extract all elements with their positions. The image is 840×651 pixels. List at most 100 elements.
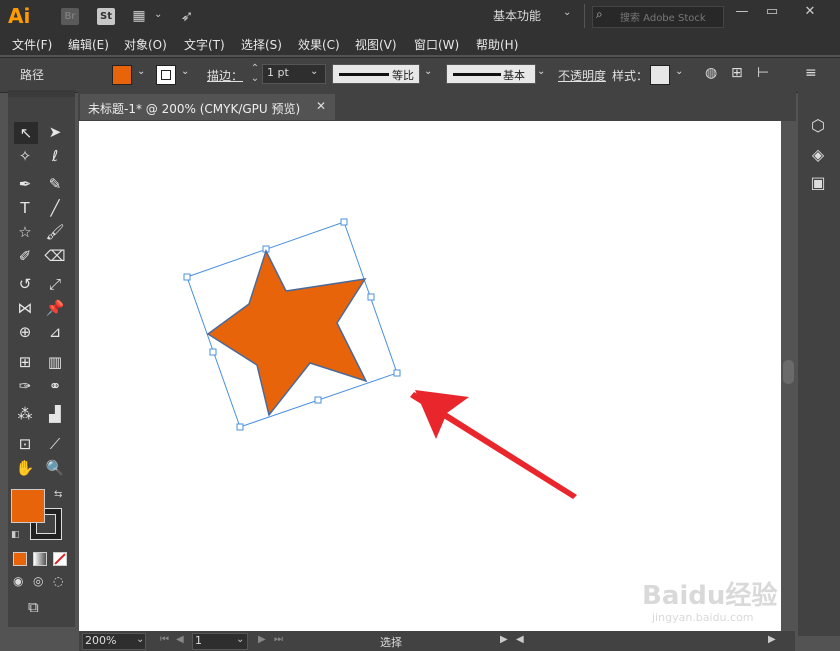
scroll-left-icon[interactable]: ◀: [516, 634, 524, 645]
chevron-down-icon[interactable]: ⌄: [563, 7, 571, 18]
scale-tool-icon[interactable]: ⤢: [44, 274, 66, 294]
column-graph-tool-icon[interactable]: ▟: [44, 404, 66, 424]
menu-edit[interactable]: 编辑(E): [68, 36, 109, 53]
bbox-handle: [209, 348, 217, 356]
chevron-down-icon[interactable]: ⌄: [137, 66, 145, 77]
minimize-button[interactable]: —: [731, 4, 753, 20]
chevron-down-icon[interactable]: ⌄: [537, 66, 545, 77]
gpu-performance-icon[interactable]: ➶: [178, 8, 196, 25]
artboard-canvas[interactable]: [79, 121, 781, 631]
bridge-icon[interactable]: Br: [61, 8, 79, 25]
layers-icon[interactable]: ◈: [808, 145, 828, 165]
menu-window[interactable]: 窗口(W): [414, 36, 459, 53]
recolor-artwork-icon[interactable]: ◍: [705, 65, 717, 81]
symbol-sprayer-tool-icon[interactable]: ⁂: [14, 404, 36, 424]
rotate-tool-icon[interactable]: ↺: [14, 274, 36, 294]
chevron-down-icon[interactable]: ⌄: [236, 634, 244, 645]
slice-tool-icon[interactable]: ⟋: [44, 434, 66, 454]
search-placeholder: 搜索 Adobe Stock: [620, 13, 706, 24]
artwork: [183, 218, 577, 499]
bbox-handle: [236, 423, 244, 431]
selection-tool-icon[interactable]: ↖: [14, 122, 38, 144]
menu-select[interactable]: 选择(S): [241, 36, 282, 53]
menu-object[interactable]: 对象(O): [124, 36, 167, 53]
menu-file[interactable]: 文件(F): [12, 36, 52, 53]
ai-logo: Ai: [8, 4, 31, 28]
stroke-weight-value: 1 pt: [267, 66, 289, 79]
fill-color-box[interactable]: [11, 489, 45, 523]
gradient-tool-icon[interactable]: ▥: [44, 352, 66, 372]
none-mode-icon[interactable]: [53, 552, 67, 566]
chevron-down-icon[interactable]: ⌄: [154, 9, 162, 20]
transform-icon[interactable]: ⊢: [757, 65, 769, 81]
perspective-grid-tool-icon[interactable]: ⊿: [44, 322, 66, 342]
menu-help[interactable]: 帮助(H): [476, 36, 518, 53]
star-tool-icon[interactable]: ☆: [14, 222, 36, 242]
opacity-label[interactable]: 不透明度: [558, 67, 606, 84]
type-tool-icon[interactable]: T: [14, 198, 36, 218]
fill-color-swatch[interactable]: [112, 65, 132, 85]
close-document-button[interactable]: ✕: [316, 99, 326, 113]
zoom-tool-icon[interactable]: 🔍: [44, 458, 66, 478]
menu-type[interactable]: 文字(T): [184, 36, 225, 53]
curvature-tool-icon[interactable]: ✎: [44, 174, 66, 194]
draw-behind-icon[interactable]: ◎: [33, 574, 43, 588]
color-mode-icon[interactable]: [13, 552, 27, 566]
previous-artboard-icon[interactable]: ◀: [176, 634, 184, 645]
shaper-tool-icon[interactable]: ✐: [14, 246, 36, 266]
swap-colors-icon[interactable]: ⇆: [54, 489, 62, 500]
status-bar: [79, 631, 795, 651]
stock-icon[interactable]: St: [97, 8, 115, 25]
shape-builder-tool-icon[interactable]: ⊕: [14, 322, 36, 342]
hand-tool-icon[interactable]: ✋: [14, 458, 36, 478]
divider: [584, 4, 585, 28]
brush-label: 基本: [503, 69, 525, 82]
mesh-tool-icon[interactable]: ⊞: [14, 352, 36, 372]
maximize-button[interactable]: ▭: [761, 4, 783, 20]
direct-selection-tool-icon[interactable]: ➤: [44, 122, 66, 142]
status-menu-icon[interactable]: ▶: [500, 634, 508, 645]
libraries-icon[interactable]: ⬡: [808, 116, 828, 136]
chevron-down-icon[interactable]: ⌄: [310, 66, 318, 77]
line-tool-icon[interactable]: ╱: [44, 198, 66, 218]
draw-inside-icon[interactable]: ◌: [53, 574, 63, 588]
default-colors-icon[interactable]: ◧: [11, 530, 20, 540]
document-title: 未标题-1* @ 200% (CMYK/GPU 预览): [88, 102, 301, 116]
pen-tool-icon[interactable]: ✒: [14, 174, 36, 194]
zoom-level-value: 200%: [85, 634, 117, 647]
puppet-warp-tool-icon[interactable]: 📌: [44, 298, 66, 318]
bbox-handle: [393, 369, 401, 377]
close-window-button[interactable]: ✕: [799, 4, 821, 20]
style-label: 样式：: [612, 69, 649, 83]
panel-menu-icon[interactable]: ≡: [805, 65, 817, 81]
artboard-tool-icon[interactable]: ⊡: [14, 434, 36, 454]
arrange-documents-icon[interactable]: ▦: [130, 8, 148, 25]
paintbrush-tool-icon[interactable]: 🖌: [44, 222, 66, 242]
lasso-tool-icon[interactable]: ℓ: [44, 146, 66, 166]
align-icon[interactable]: ⊞: [731, 65, 743, 81]
chevron-down-icon[interactable]: ⌄: [181, 66, 189, 77]
scrollbar-thumb[interactable]: [783, 360, 794, 384]
next-artboard-icon[interactable]: ▶: [258, 634, 266, 645]
blend-tool-icon[interactable]: ⚭: [44, 376, 66, 396]
last-artboard-icon[interactable]: ⏭: [274, 634, 283, 645]
draw-normal-icon[interactable]: ◉: [13, 574, 23, 588]
stroke-label[interactable]: 描边：: [207, 67, 243, 84]
menu-view[interactable]: 视图(V): [355, 36, 397, 53]
scroll-right-icon[interactable]: ▶: [768, 634, 776, 645]
gradient-mode-icon[interactable]: [33, 552, 47, 566]
stroke-color-swatch[interactable]: [156, 65, 176, 85]
screen-mode-icon[interactable]: ⧉: [28, 598, 39, 616]
first-artboard-icon[interactable]: ⏮: [160, 634, 169, 645]
width-tool-icon[interactable]: ⋈: [14, 298, 36, 318]
chevron-down-icon[interactable]: ⌄: [424, 66, 432, 77]
chevron-down-icon[interactable]: ⌄: [136, 634, 144, 645]
bbox-handle: [183, 273, 191, 281]
eyedropper-tool-icon[interactable]: ✑: [14, 376, 36, 396]
magic-wand-tool-icon[interactable]: ✧: [14, 146, 36, 166]
chevron-down-icon[interactable]: ⌄: [675, 66, 683, 77]
artboards-panel-icon[interactable]: ▣: [808, 173, 828, 193]
graphic-style-swatch[interactable]: [650, 65, 670, 85]
menu-effect[interactable]: 效果(C): [298, 36, 340, 53]
eraser-tool-icon[interactable]: ⌫: [44, 246, 66, 266]
